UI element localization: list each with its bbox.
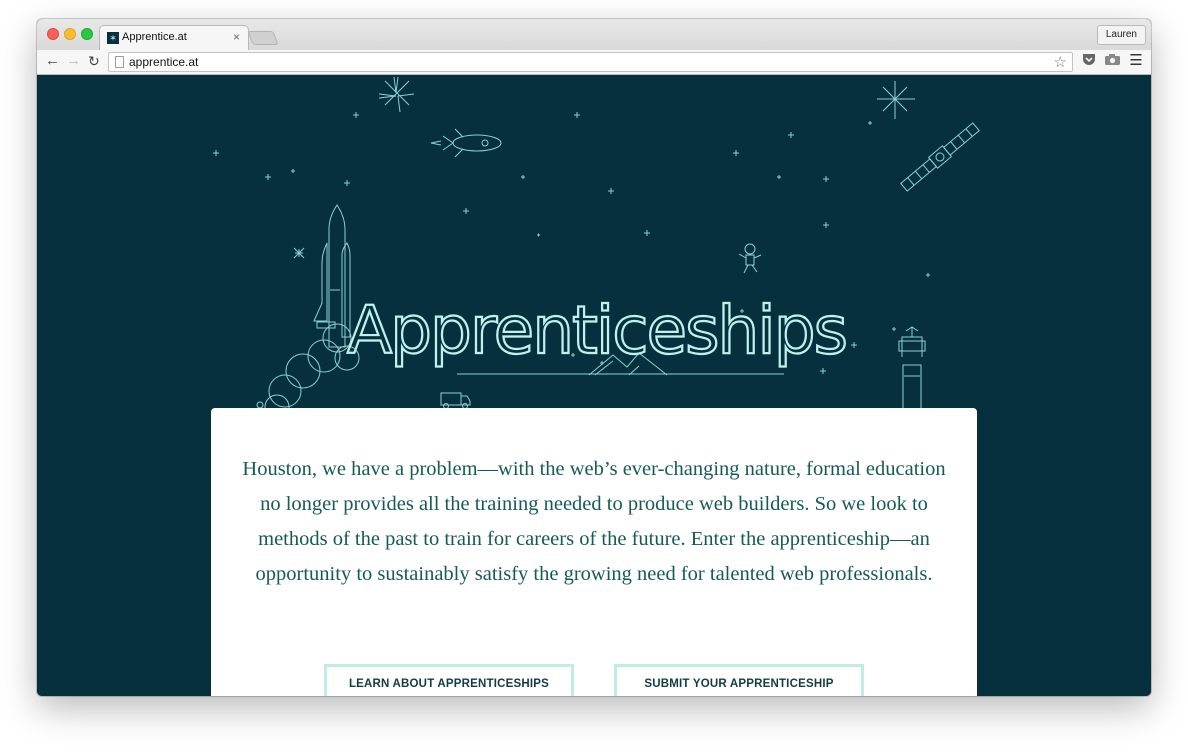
- tab-strip: ✶ Apprentice.at × Lauren: [37, 19, 1151, 51]
- url-text[interactable]: apprentice.at: [129, 55, 198, 69]
- reload-icon[interactable]: ↻: [88, 53, 100, 70]
- page-content: Apprenticeships Houston, we have a probl…: [37, 75, 1151, 696]
- sparkle-icon: [877, 81, 915, 119]
- intro-paragraph: Houston, we have a problem—with the web’…: [242, 458, 946, 585]
- sparkle-icon: [378, 76, 415, 113]
- page-icon: [115, 56, 124, 68]
- profile-button[interactable]: Lauren: [1096, 25, 1146, 45]
- small-rocket-icon: [430, 128, 502, 158]
- control-tower-icon: [898, 326, 926, 410]
- truck-icon: [440, 392, 471, 409]
- hamburger-menu-icon[interactable]: ☰: [1128, 53, 1144, 69]
- satellite-icon: [900, 122, 980, 192]
- camera-icon[interactable]: [1104, 53, 1120, 69]
- learn-about-apprenticeships-button[interactable]: LEARN ABOUT APPRENTICESHIPS: [324, 664, 574, 696]
- tab-apprentice[interactable]: ✶ Apprentice.at ×: [99, 25, 249, 51]
- tab-close-icon[interactable]: ×: [233, 30, 240, 44]
- site-favicon-icon: ✶: [107, 32, 119, 44]
- intro-card: Houston, we have a problem—with the web’…: [211, 408, 977, 696]
- hero-title: Apprenticeships: [347, 292, 846, 369]
- smoke-clouds: [256, 323, 360, 420]
- submit-your-apprenticeship-button[interactable]: SUBMIT YOUR APPRENTICESHIP: [614, 664, 864, 696]
- star-icon[interactable]: ☆: [1054, 53, 1067, 71]
- tab-title: Apprentice.at: [122, 31, 187, 43]
- browser-toolbar: ← → ↻ apprentice.at ☆ ☰: [37, 50, 1151, 75]
- forward-arrow-icon[interactable]: →: [66, 52, 81, 69]
- browser-window: ✶ Apprentice.at × Lauren ← → ↻ apprentic…: [37, 19, 1151, 696]
- zoom-window-button[interactable]: [81, 28, 93, 40]
- minimize-window-button[interactable]: [64, 28, 76, 40]
- astronaut-icon: [738, 243, 762, 274]
- close-window-button[interactable]: [47, 28, 59, 40]
- new-tab-button[interactable]: [247, 31, 279, 45]
- pocket-icon[interactable]: [1081, 53, 1097, 69]
- address-bar[interactable]: apprentice.at ☆: [108, 52, 1073, 72]
- back-arrow-icon[interactable]: ←: [45, 52, 60, 69]
